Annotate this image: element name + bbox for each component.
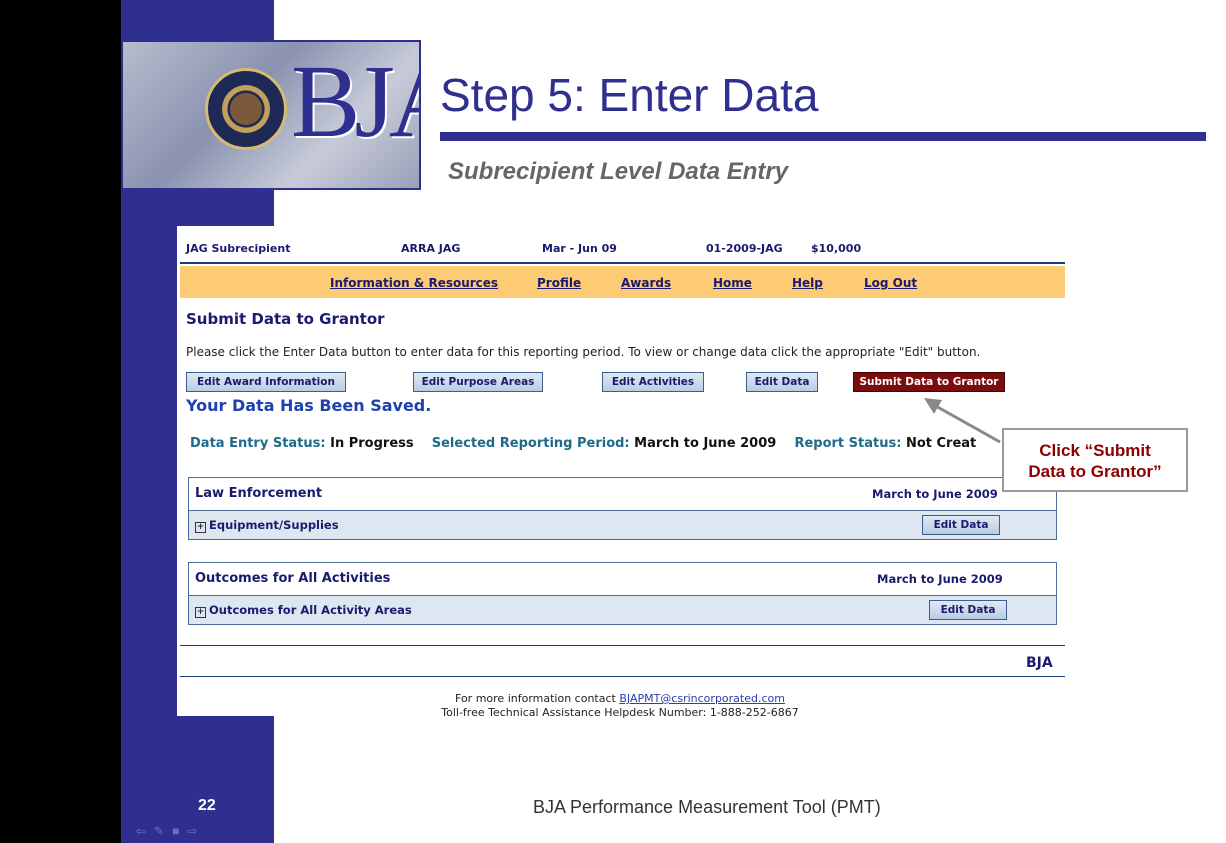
instructions: Please click the Enter Data button to en… <box>186 345 981 359</box>
callout-line-2: Data to Grantor” <box>1028 462 1162 481</box>
outcomes-panel: Outcomes for All Activities March to Jun… <box>188 562 1057 625</box>
slide-title: Step 5: Enter Data <box>440 69 819 121</box>
footer-divider-bottom <box>180 676 1065 677</box>
panel-item-label[interactable]: Equipment/Supplies <box>209 518 339 532</box>
contact-email-link[interactable]: BJAPMT@csrincorporated.com <box>619 692 785 705</box>
slide-footer: BJA Performance Measurement Tool (PMT) <box>533 797 881 817</box>
edit-data-button[interactable]: Edit Data <box>746 372 818 392</box>
period-status-label: Selected Reporting Period: <box>431 436 630 451</box>
contact-info: For more information contact BJAPMT@csri… <box>360 692 880 720</box>
award-number-label: 01-2009-JAG <box>706 242 783 255</box>
main-nav: Information & Resources Profile Awards H… <box>180 266 1065 298</box>
footer-logo: BJA <box>1026 655 1053 671</box>
expand-icon[interactable]: + <box>195 607 206 618</box>
nav-profile[interactable]: Profile <box>537 276 581 290</box>
period-status-value: March to June 2009 <box>634 436 777 451</box>
bja-banner: BJA <box>121 40 421 190</box>
entry-status-value: In Progress <box>330 436 414 451</box>
edit-purpose-areas-button[interactable]: Edit Purpose Areas <box>413 372 543 392</box>
law-enforcement-panel: Law Enforcement March to June 2009 + Equi… <box>188 477 1057 540</box>
edit-data-button[interactable]: Edit Data <box>929 600 1007 620</box>
nav-log-out[interactable]: Log Out <box>864 276 917 290</box>
nav-information-resources[interactable]: Information & Resources <box>330 276 498 290</box>
panel-period: March to June 2009 <box>877 572 1003 586</box>
edit-award-information-button[interactable]: Edit Award Information <box>186 372 346 392</box>
period-label: Mar - Jun 09 <box>542 242 617 255</box>
page-title: Submit Data to Grantor <box>186 310 385 328</box>
slide-subtitle: Subrecipient Level Data Entry <box>448 158 789 185</box>
panel-title: Outcomes for All Activities <box>195 571 391 586</box>
report-status-label: Report Status: <box>794 436 902 451</box>
top-divider <box>180 262 1065 264</box>
status-line: Data Entry Status: In Progress Selected … <box>190 436 976 451</box>
role-label: JAG Subrecipient <box>186 242 291 255</box>
callout-line-1: Click “Submit <box>1039 441 1151 460</box>
app-screenshot <box>177 226 1078 716</box>
panel-item-label[interactable]: Outcomes for All Activity Areas <box>209 603 412 617</box>
expand-icon[interactable]: + <box>195 522 206 533</box>
nav-help[interactable]: Help <box>792 276 823 290</box>
amount-label: $10,000 <box>811 242 862 255</box>
doj-seal-icon <box>205 68 287 150</box>
nav-awards[interactable]: Awards <box>621 276 671 290</box>
footer-divider-top <box>180 645 1065 646</box>
left-black-panel <box>8 0 121 843</box>
submit-data-to-grantor-button[interactable]: Submit Data to Grantor <box>853 372 1005 392</box>
program-label: ARRA JAG <box>401 242 461 255</box>
page-number: 22 <box>198 797 216 814</box>
nav-home[interactable]: Home <box>713 276 752 290</box>
edit-activities-button[interactable]: Edit Activities <box>602 372 704 392</box>
slide-nav-icons[interactable]: ⇦✎■⇨ <box>136 824 205 838</box>
contact-prefix: For more information contact <box>455 692 616 705</box>
panel-period: March to June 2009 <box>872 487 998 501</box>
title-divider <box>440 132 1206 141</box>
callout-arrow-icon <box>924 398 1001 444</box>
saved-message: Your Data Has Been Saved. <box>186 396 432 415</box>
left-black-strip <box>0 0 8 843</box>
bja-logo: BJA <box>291 44 419 159</box>
helpdesk-number: Toll-free Technical Assistance Helpdesk … <box>441 706 799 719</box>
entry-status-label: Data Entry Status: <box>190 436 326 451</box>
callout-box: Click “Submit Data to Grantor” <box>1002 428 1188 492</box>
panel-title: Law Enforcement <box>195 486 323 501</box>
edit-data-button[interactable]: Edit Data <box>922 515 1000 535</box>
